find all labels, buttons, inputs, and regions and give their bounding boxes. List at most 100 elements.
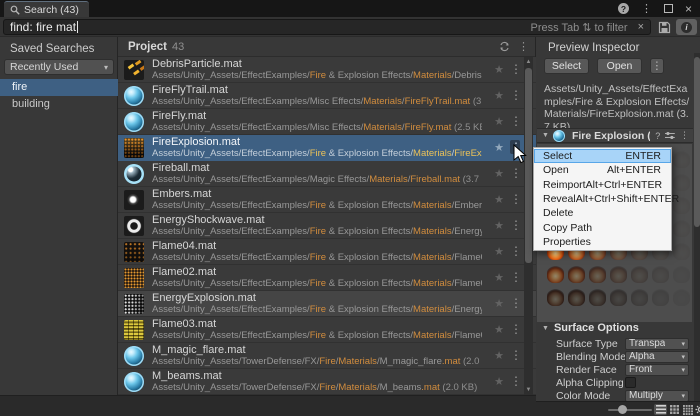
result-row[interactable]: DebrisParticle.mat Assets/Unity_Assets/Ef… <box>118 57 536 83</box>
row-more-icon[interactable]: ⋮ <box>510 296 522 310</box>
result-row[interactable]: Flame04.mat Assets/Unity_Assets/EffectExa… <box>118 239 536 265</box>
material-help-icon[interactable]: ? <box>655 131 660 141</box>
row-more-icon[interactable]: ⋮ <box>510 218 522 232</box>
slider-handle[interactable] <box>618 405 627 414</box>
menu-item-select[interactable]: Select ENTER <box>534 149 671 164</box>
saved-search-item[interactable]: fire <box>0 79 118 96</box>
row-more-icon[interactable]: ⋮ <box>510 62 522 76</box>
result-row[interactable]: FireFly.mat Assets/Unity_Assets/EffectExa… <box>118 109 536 135</box>
favorite-star-icon[interactable]: ★ <box>494 219 504 232</box>
material-sphere-icon <box>552 129 565 142</box>
thumbnail-size-slider[interactable] <box>608 409 652 411</box>
favorite-star-icon[interactable]: ★ <box>494 89 504 102</box>
saved-searches-sort-dropdown[interactable]: Recently Used ▾ <box>4 59 114 75</box>
open-button[interactable]: Open <box>597 58 642 74</box>
scroll-up-icon[interactable]: ▲ <box>524 59 533 65</box>
result-row[interactable]: Flame02.mat Assets/Unity_Assets/EffectExa… <box>118 265 536 291</box>
result-row[interactable]: M_magic_flare.mat Assets/Unity_Assets/Tow… <box>118 343 536 369</box>
row-more-icon[interactable]: ⋮ <box>510 374 522 388</box>
menu-item-reimport[interactable]: Reimport Alt+Ctrl+ENTER <box>534 178 671 192</box>
row-more-icon[interactable]: ⋮ <box>510 166 522 180</box>
favorite-star-icon[interactable]: ★ <box>494 167 504 180</box>
fire-sprite <box>673 151 690 168</box>
material-header[interactable]: ▼ Fire Explosion (Ma ? ⋮ <box>537 128 693 143</box>
search-bar: find: fire mat Press Tab ⇅ to filter × i <box>0 17 700 37</box>
gear-icon[interactable] <box>694 404 700 415</box>
stripes-material-thumbnail <box>124 319 144 340</box>
color-mode-dropdown[interactable]: Multiply ▾ <box>625 389 689 402</box>
result-path: Assets/Unity_Assets/EffectExamples/Misc … <box>152 122 482 133</box>
big-grid-view-icon[interactable] <box>681 404 694 415</box>
results-scrollbar[interactable]: ▲ ▼ <box>524 57 533 395</box>
presets-icon[interactable] <box>665 131 675 140</box>
menu-item-open[interactable]: Open Alt+ENTER <box>534 163 671 177</box>
favorite-star-icon[interactable]: ★ <box>494 141 504 154</box>
list-view-icon[interactable] <box>654 404 667 415</box>
results-scrollbar-thumb[interactable] <box>525 68 532 263</box>
favorite-star-icon[interactable]: ★ <box>494 193 504 206</box>
favorite-star-icon[interactable]: ★ <box>494 297 504 310</box>
favorite-star-icon[interactable]: ★ <box>494 115 504 128</box>
grid-view-icon[interactable] <box>668 404 681 415</box>
menu-item-reveal[interactable]: Reveal Alt+Ctrl+Shift+ENTER <box>534 192 679 206</box>
select-button[interactable]: Select <box>544 58 589 74</box>
row-more-icon[interactable]: ⋮ <box>510 114 522 128</box>
search-query-text: find: fire mat <box>10 20 77 34</box>
row-more-icon[interactable]: ⋮ <box>510 88 522 102</box>
favorite-star-icon[interactable]: ★ <box>494 375 504 388</box>
clear-search-icon[interactable]: × <box>638 21 644 33</box>
fire-sprite <box>631 289 648 306</box>
result-path: Assets/Unity_Assets/EffectExamples/Fire … <box>152 278 482 289</box>
result-row[interactable]: FireExplosion.mat Assets/Unity_Assets/Eff… <box>118 135 536 161</box>
surface-options-header[interactable]: ▼ Surface Options <box>537 322 693 334</box>
inspector-scrollbar-thumb[interactable] <box>694 57 700 227</box>
fire-sprite <box>631 266 648 283</box>
favorite-star-icon[interactable]: ★ <box>494 323 504 336</box>
window-menu-icon[interactable]: ⋮ <box>641 2 652 15</box>
result-path: Assets/Unity_Assets/EffectExamples/Fire … <box>152 304 482 315</box>
row-more-icon[interactable]: ⋮ <box>510 322 522 336</box>
surface-options-list: Surface Type Transpa ▾ Blending Mode Alpha ▾ R… <box>537 337 693 402</box>
menu-item-copy-path[interactable]: Copy Path <box>534 220 671 234</box>
result-row[interactable]: Flame03.mat Assets/Unity_Assets/EffectExa… <box>118 317 536 343</box>
inspector-scrollbar[interactable] <box>694 53 700 416</box>
favorite-star-icon[interactable]: ★ <box>494 63 504 76</box>
search-input[interactable]: find: fire mat Press Tab ⇅ to filter × <box>3 19 651 35</box>
result-row[interactable]: Fireball.mat Assets/Unity_Assets/EffectEx… <box>118 161 536 187</box>
surface-type-dropdown[interactable]: Transpa ▾ <box>625 337 689 350</box>
result-row[interactable]: EnergyShockwave.mat Assets/Unity_Assets/E… <box>118 213 536 239</box>
result-row[interactable]: FireFlyTrail.mat Assets/Unity_Assets/Effe… <box>118 83 536 109</box>
row-more-icon[interactable]: ⋮ <box>510 348 522 362</box>
refresh-icon[interactable] <box>499 41 510 52</box>
favorite-star-icon[interactable]: ★ <box>494 245 504 258</box>
window-footer <box>0 395 536 416</box>
maximize-icon[interactable] <box>663 4 673 13</box>
row-more-icon[interactable]: ⋮ <box>510 192 522 206</box>
inspector-more-icon[interactable]: ⋮ <box>650 58 664 74</box>
tab-search[interactable]: Search (43) <box>4 1 89 17</box>
row-more-icon[interactable]: ⋮ <box>510 270 522 284</box>
material-more-icon[interactable]: ⋮ <box>680 130 689 141</box>
row-more-icon[interactable]: ⋮ <box>510 244 522 258</box>
blending-mode-dropdown[interactable]: Alpha ▾ <box>625 350 689 363</box>
result-row[interactable]: Embers.mat Assets/Unity_Assets/EffectExam… <box>118 187 536 213</box>
material-title: Fire Explosion (Ma <box>571 129 650 142</box>
saved-search-item[interactable]: building <box>0 96 118 113</box>
property-row: Alpha Clipping <box>537 376 693 389</box>
save-search-icon[interactable] <box>656 20 672 34</box>
alpha-clipping-checkbox[interactable] <box>625 377 636 388</box>
result-name: FireFly.mat <box>152 110 207 122</box>
inspector-toggle-button[interactable]: i <box>676 19 697 35</box>
foldout-icon[interactable]: ▼ <box>542 132 549 139</box>
close-icon[interactable]: × <box>685 3 692 15</box>
scroll-down-icon[interactable]: ▼ <box>524 387 533 393</box>
favorite-star-icon[interactable]: ★ <box>494 349 504 362</box>
result-row[interactable]: EnergyExplosion.mat Assets/Unity_Assets/E… <box>118 291 536 317</box>
result-row[interactable]: M_beams.mat Assets/Unity_Assets/TowerDefe… <box>118 369 536 395</box>
results-more-icon[interactable]: ⋮ <box>518 40 529 53</box>
menu-item-properties[interactable]: Properties <box>534 235 671 249</box>
help-icon[interactable]: ? <box>617 3 629 14</box>
favorite-star-icon[interactable]: ★ <box>494 271 504 284</box>
menu-item-delete[interactable]: Delete <box>534 206 671 220</box>
render-face-dropdown[interactable]: Front ▾ <box>625 363 689 376</box>
